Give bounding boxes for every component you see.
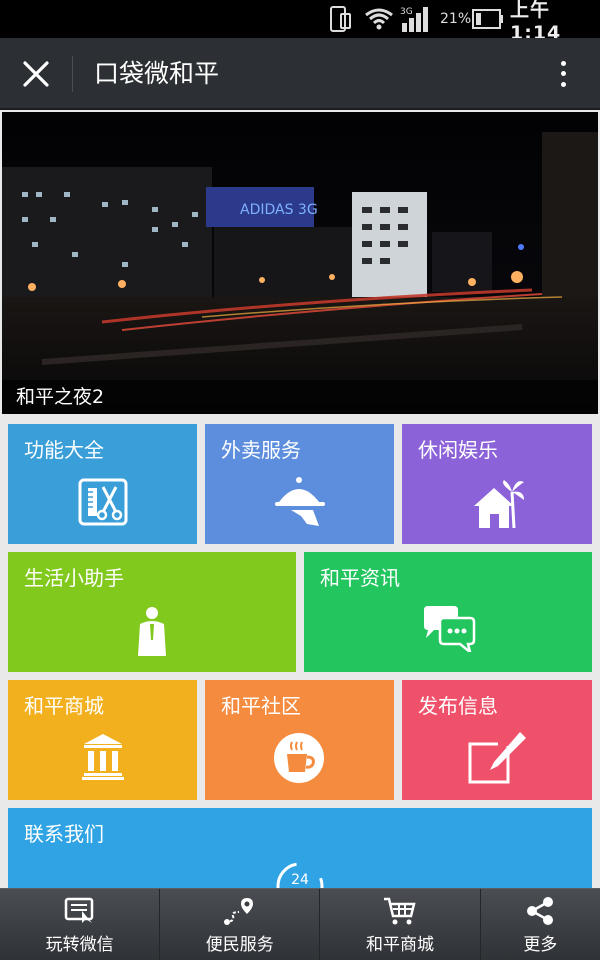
banner-image[interactable]: ADIDAS 3G 和平之夜2 xyxy=(2,112,598,414)
nav-item-services[interactable]: 便民服务 xyxy=(160,889,321,960)
nav-label: 更多 xyxy=(523,935,558,955)
svg-text:24: 24 xyxy=(291,872,309,888)
phone-icon xyxy=(328,6,352,32)
tile-leisure[interactable]: 休闲娱乐 xyxy=(402,424,592,544)
nav-item-more[interactable]: 更多 xyxy=(481,889,600,960)
tile-news[interactable]: 和平资讯 xyxy=(304,552,592,672)
tile-features[interactable]: 功能大全 xyxy=(8,424,197,544)
more-menu-button[interactable] xyxy=(548,54,578,94)
battery-percent: 21% xyxy=(440,11,472,27)
tile-mall[interactable]: 和平商城 xyxy=(8,680,197,800)
night-city-photo: ADIDAS 3G xyxy=(2,112,598,414)
tile-publish[interactable]: 发布信息 xyxy=(402,680,592,800)
close-icon xyxy=(23,61,49,87)
tile-delivery[interactable]: 外卖服务 xyxy=(205,424,394,544)
wifi-icon xyxy=(364,6,394,32)
person-suit-icon xyxy=(138,607,166,656)
location-route-icon xyxy=(223,898,253,925)
nav-label: 和平商城 xyxy=(366,935,434,955)
banner-caption: 和平之夜2 xyxy=(16,386,105,408)
food-delivery-icon xyxy=(275,477,325,526)
title-bar: 口袋微和平 xyxy=(0,38,600,110)
shopping-cart-icon xyxy=(384,897,416,925)
nav-item-wechat[interactable]: 玩转微信 xyxy=(0,889,161,960)
coffee-cup-icon xyxy=(274,733,324,783)
tile-label: 生活小助手 xyxy=(24,566,124,590)
battery-icon xyxy=(472,6,504,32)
svg-text:3G: 3G xyxy=(400,7,413,17)
nav-item-mall[interactable]: 和平商城 xyxy=(320,889,481,960)
close-button[interactable] xyxy=(14,52,58,96)
tile-label: 外卖服务 xyxy=(221,438,301,462)
title-divider xyxy=(72,56,73,92)
page-title: 口袋微和平 xyxy=(94,59,220,88)
nav-label: 玩转微信 xyxy=(45,935,114,955)
share-icon xyxy=(527,897,554,925)
house-palm-icon xyxy=(474,480,524,529)
tile-label: 休闲娱乐 xyxy=(418,438,498,462)
edit-pencil-icon xyxy=(468,732,526,784)
tile-label: 和平商城 xyxy=(24,694,104,718)
bank-building-icon xyxy=(82,734,124,780)
tile-label: 和平社区 xyxy=(221,694,301,718)
svg-text:ADIDAS 3G: ADIDAS 3G xyxy=(240,202,318,218)
tile-community[interactable]: 和平社区 xyxy=(205,680,394,800)
tile-label: 功能大全 xyxy=(24,438,104,462)
tile-label: 联系我们 xyxy=(24,822,104,846)
chat-bubbles-icon xyxy=(424,606,476,652)
tile-label: 发布信息 xyxy=(418,694,498,718)
signal-icon: 3G xyxy=(400,6,432,32)
bottom-navigation: 玩转微信 便民服务 和平商城 更多 xyxy=(0,888,600,960)
tile-life-assistant[interactable]: 生活小助手 xyxy=(8,552,296,672)
tile-label: 和平资讯 xyxy=(320,566,400,590)
wechat-book-icon xyxy=(64,897,93,923)
nav-label: 便民服务 xyxy=(205,935,274,955)
status-bar: 3G 21% 上午 1:14 xyxy=(0,0,600,44)
clock-time: 上午 1:14 xyxy=(510,0,562,44)
tools-icon xyxy=(78,478,128,526)
